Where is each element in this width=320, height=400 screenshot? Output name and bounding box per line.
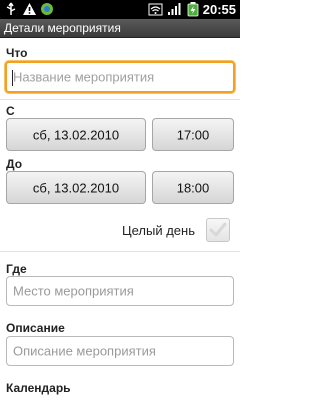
divider — [0, 99, 240, 100]
all-day-checkbox[interactable] — [206, 218, 230, 242]
end-date-button[interactable]: сб, 13.02.2010 — [6, 171, 146, 204]
description-input[interactable]: Описание мероприятия — [6, 336, 234, 366]
end-time-button[interactable]: 18:00 — [152, 171, 234, 204]
description-placeholder: Описание мероприятия — [13, 343, 156, 359]
location-input[interactable]: Место мероприятия — [6, 276, 234, 306]
description-label: Описание — [6, 321, 65, 335]
where-label: Где — [6, 262, 27, 276]
to-label: До — [6, 157, 23, 171]
end-date-text: сб, 13.02.2010 — [32, 180, 120, 195]
start-time-button[interactable]: 17:00 — [152, 118, 234, 151]
all-day-label: Целый день — [122, 223, 195, 238]
event-title-input[interactable]: Название мероприятия — [5, 61, 235, 93]
event-title-placeholder: Название мероприятия — [13, 69, 155, 85]
status-time: 20:55 — [202, 2, 236, 17]
calendar-label: Календарь — [6, 381, 71, 395]
status-bar: 20:55 — [0, 0, 240, 19]
start-date-button[interactable]: сб, 13.02.2010 — [6, 118, 146, 151]
title-bar: Детали мероприятия — [0, 19, 240, 38]
end-time-text: 18:00 — [176, 180, 210, 195]
from-label: С — [6, 104, 15, 118]
location-placeholder: Место мероприятия — [13, 283, 134, 299]
checkmark-icon — [209, 222, 227, 237]
page-title: Детали мероприятия — [4, 21, 121, 35]
start-time-text: 17:00 — [176, 127, 210, 142]
start-date-text: сб, 13.02.2010 — [32, 127, 120, 142]
divider — [0, 251, 240, 252]
what-label: Что — [6, 46, 28, 60]
